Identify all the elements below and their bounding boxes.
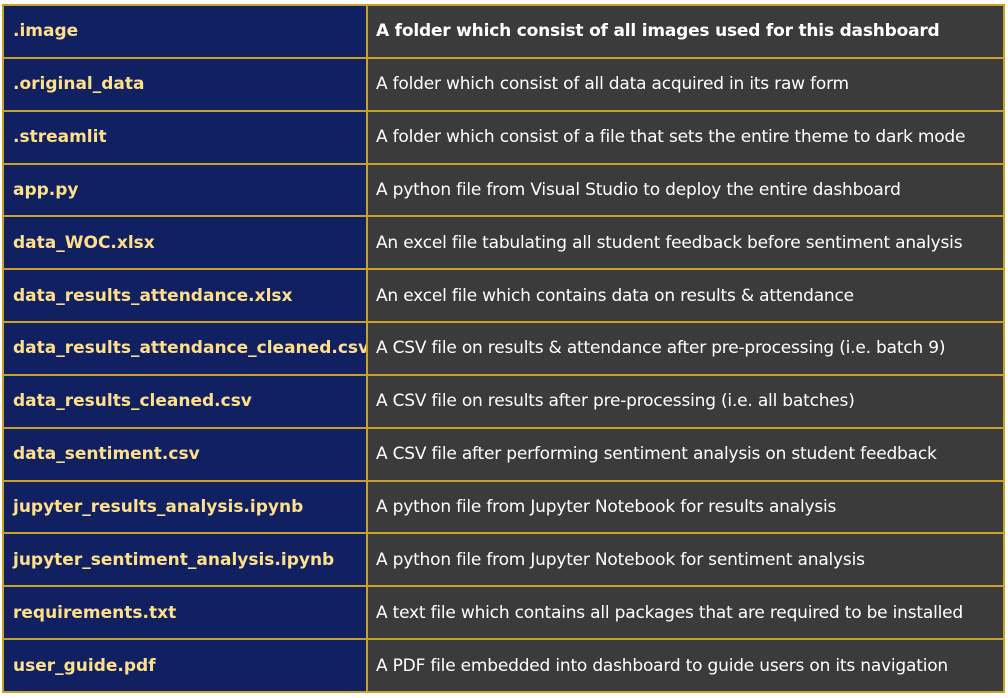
- file-name-cell: requirements.txt: [4, 587, 368, 639]
- file-name-cell: data_WOC.xlsx: [4, 217, 368, 269]
- file-description-cell: A python file from Jupyter Notebook for …: [368, 481, 1003, 533]
- file-name-cell: .original_data: [4, 58, 368, 110]
- table-row: requirements.txt A text file which conta…: [4, 587, 1003, 641]
- file-name-cell: data_results_attendance.xlsx: [4, 270, 368, 322]
- file-description-cell: A folder which consist of all data acqui…: [368, 58, 1003, 110]
- table-row: app.py A python file from Visual Studio …: [4, 164, 1003, 218]
- table-row: jupyter_sentiment_analysis.ipynb A pytho…: [4, 534, 1003, 588]
- table-row: .streamlit A folder which consist of a f…: [4, 111, 1003, 165]
- file-name-cell: data_sentiment.csv: [4, 428, 368, 480]
- table-row: data_results_cleaned.csv A CSV file on r…: [4, 375, 1003, 429]
- file-description-cell: An excel file which contains data on res…: [368, 270, 1003, 322]
- table-row: data_results_attendance.xlsx An excel fi…: [4, 270, 1003, 324]
- table-row: data_results_attendance_cleaned.csv A CS…: [4, 323, 1003, 376]
- file-description-cell: A text file which contains all packages …: [368, 587, 1003, 639]
- file-description-cell: A CSV file on results after pre-processi…: [368, 375, 1003, 427]
- file-description-cell: An excel file tabulating all student fee…: [368, 217, 1003, 269]
- file-name-cell: jupyter_sentiment_analysis.ipynb: [4, 534, 368, 586]
- table-row: data_WOC.xlsx An excel file tabulating a…: [4, 217, 1003, 271]
- table-row: .original_data A folder which consist of…: [4, 58, 1003, 112]
- file-description-cell: A PDF file embedded into dashboard to gu…: [368, 640, 1003, 691]
- file-description-cell: A folder which consist of all images use…: [368, 6, 1003, 57]
- table-row: data_sentiment.csv A CSV file after perf…: [4, 428, 1003, 482]
- file-name-cell: data_results_attendance_cleaned.csv: [4, 323, 368, 374]
- file-description-cell: A CSV file after performing sentiment an…: [368, 428, 1003, 480]
- file-name-cell: jupyter_results_analysis.ipynb: [4, 481, 368, 533]
- file-description-cell: A CSV file on results & attendance after…: [368, 323, 1003, 374]
- table-row: user_guide.pdf A PDF file embedded into …: [4, 640, 1003, 691]
- file-name-cell: data_results_cleaned.csv: [4, 375, 368, 427]
- table-row: jupyter_results_analysis.ipynb A python …: [4, 481, 1003, 535]
- file-name-cell: user_guide.pdf: [4, 640, 368, 691]
- file-description-cell: A folder which consist of a file that se…: [368, 111, 1003, 163]
- file-name-cell: .image: [4, 6, 368, 57]
- file-description-table: .image A folder which consist of all ima…: [2, 4, 1005, 693]
- file-description-cell: A python file from Visual Studio to depl…: [368, 164, 1003, 216]
- file-name-cell: .streamlit: [4, 111, 368, 163]
- file-description-cell: A python file from Jupyter Notebook for …: [368, 534, 1003, 586]
- file-name-cell: app.py: [4, 164, 368, 216]
- table-row: .image A folder which consist of all ima…: [4, 6, 1003, 59]
